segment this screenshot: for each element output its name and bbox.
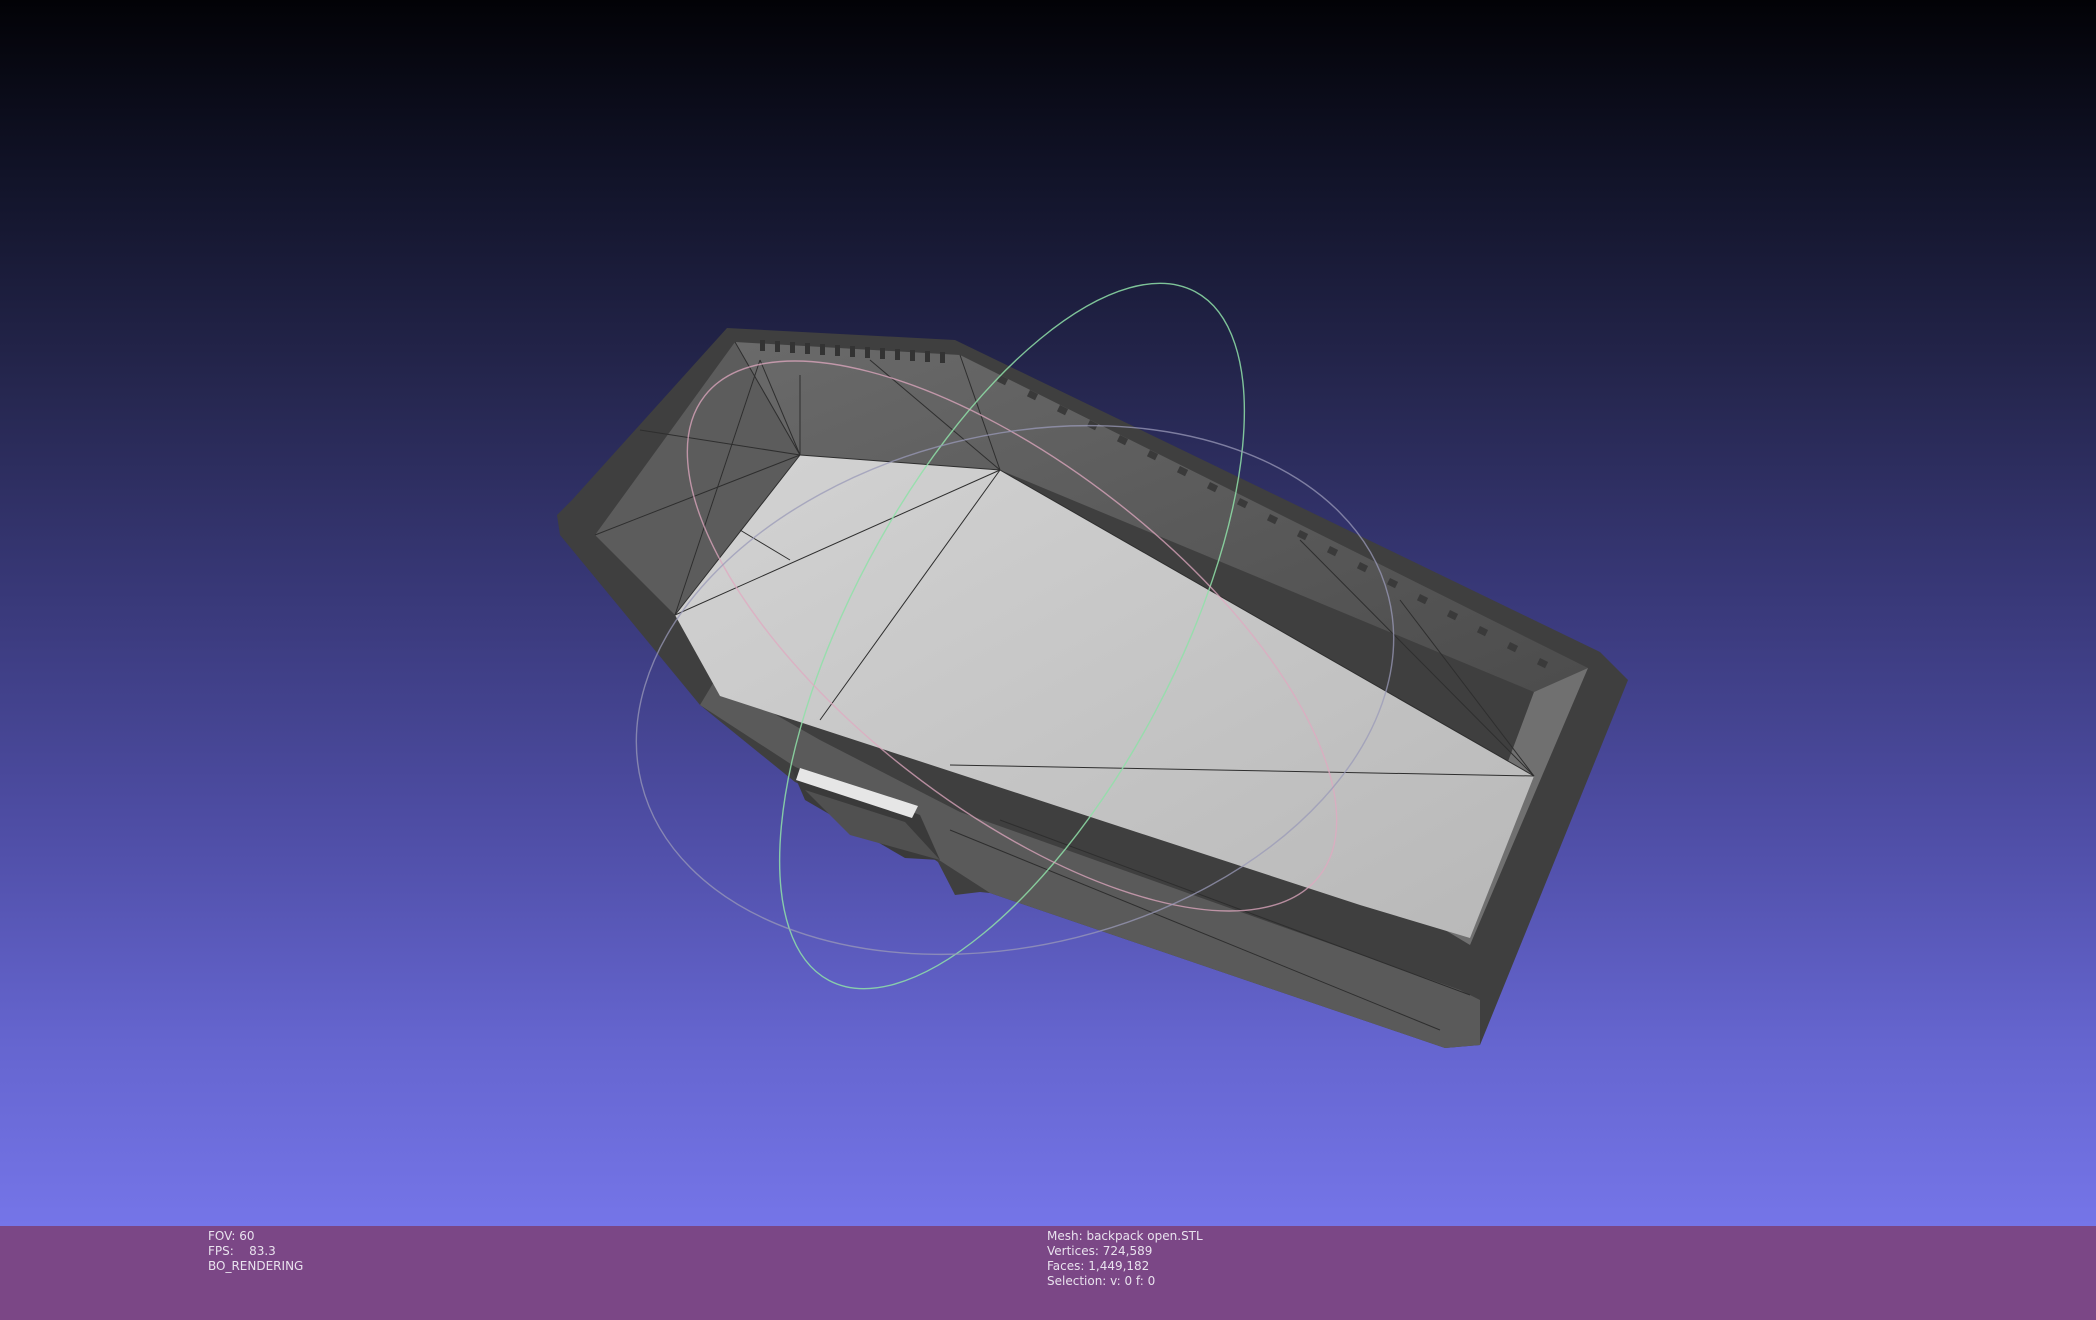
fov-readout: FOV: 60 [208,1229,255,1243]
mesh-name: Mesh: backpack open.STL [1047,1229,1203,1243]
render-info: FOV: 60 FPS: 83.3 BO_RENDERING [208,1229,303,1274]
selection-count: Selection: v: 0 f: 0 [1047,1274,1156,1288]
fps-readout: FPS: 83.3 [208,1244,303,1259]
face-count: Faces: 1,449,182 [1047,1259,1150,1273]
mesh-info: Mesh: backpack open.STL Vertices: 724,58… [1047,1229,1203,1289]
coffin-mesh[interactable] [557,328,1628,1048]
fps-label: FPS: [208,1244,234,1258]
render-mode: BO_RENDERING [208,1259,304,1273]
info-panel: FOV: 60 FPS: 83.3 BO_RENDERING Mesh: bac… [0,1226,2096,1320]
vertex-count: Vertices: 724,589 [1047,1244,1153,1258]
3d-viewport[interactable] [0,0,2096,1226]
scene-canvas[interactable] [0,0,2096,1226]
fps-value: 83.3 [249,1244,276,1258]
meshlab-window: FOV: 60 FPS: 83.3 BO_RENDERING Mesh: bac… [0,0,2096,1320]
